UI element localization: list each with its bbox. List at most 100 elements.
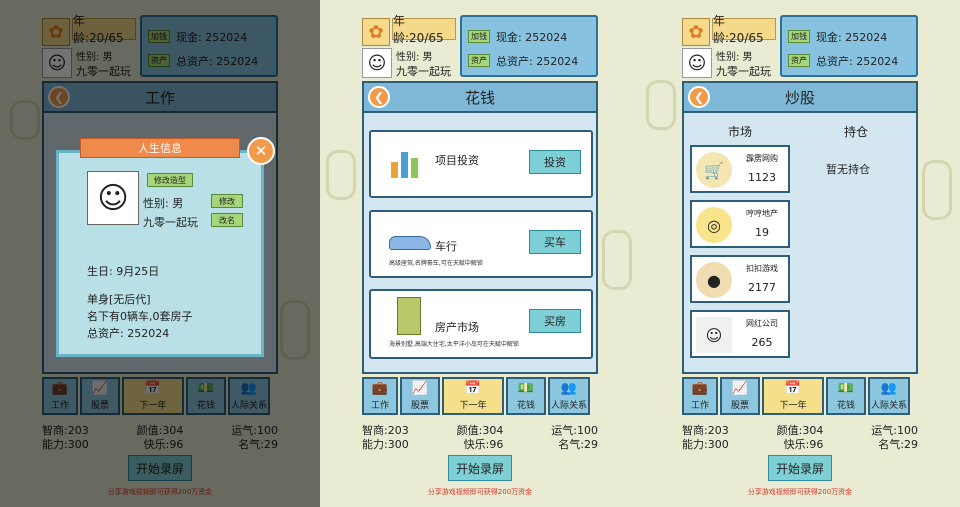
shopping-logo-icon: 🛒 xyxy=(696,152,732,188)
player-header: ✿ 年龄:20/65 ☺ 性别: 男 九零一起玩 加钱 现金: 252024 资… xyxy=(682,14,918,79)
nav-next-year[interactable]: 📅 下一年 xyxy=(762,377,824,415)
bottom-nav: 💼 工作 📈 股票 📅 下一年 💵 花钱 👥 人际关系 xyxy=(362,377,598,415)
briefcase-icon: 💼 xyxy=(371,381,389,396)
panel-stocks: ✿ 年龄:20/65 ☺ 性别: 男 九零一起玩 加钱 现金: 252024 资… xyxy=(640,0,960,507)
buy-car-button[interactable]: 买车 xyxy=(529,230,581,254)
stat-looks: 颜值:304 xyxy=(456,424,504,437)
calendar-icon: 📅 xyxy=(464,381,482,396)
stat-happy: 快乐:96 xyxy=(783,438,824,451)
nav-spend[interactable]: 💵 花钱 xyxy=(506,377,546,415)
flower-icon[interactable]: ✿ xyxy=(362,18,390,46)
car-card: 车行 买车 高级座驾,名牌豪车,可在天赋中解锁 xyxy=(369,210,593,278)
modal-property: 名下有0辆车,0套房子 xyxy=(87,310,193,323)
avatar-large: ☺ xyxy=(87,171,139,225)
stat-iq: 智商:203 xyxy=(362,424,409,437)
page-title: 炒股 xyxy=(784,88,815,107)
cash-value: 现金: 252024 xyxy=(496,31,568,44)
stat-ability: 能力:300 xyxy=(362,438,409,451)
nav-stocks[interactable]: 📈 股票 xyxy=(720,377,760,415)
assets-button[interactable]: 资产 xyxy=(468,54,490,67)
stock-name: 霹雳网购 xyxy=(746,154,778,163)
empty-holdings-text: 暂无持仓 xyxy=(826,163,870,176)
app: ✿ 年龄:20/65 ☺ 性别: 男 九零一起玩 加钱 现金: 252024 资… xyxy=(0,0,960,507)
stock-item[interactable]: ◎ 哼哼地产 19 xyxy=(690,200,790,248)
nav-stocks[interactable]: 📈 股票 xyxy=(400,377,440,415)
age-label: 年龄:20/65 xyxy=(712,14,776,45)
stock-price: 19 xyxy=(755,226,769,239)
close-button[interactable]: ✕ xyxy=(247,137,275,165)
avatar[interactable]: ☺ xyxy=(362,48,392,78)
money-icon: 💵 xyxy=(517,381,535,396)
stock-item[interactable]: ● 扣扣游戏 2177 xyxy=(690,255,790,303)
avatar[interactable]: ☺ xyxy=(682,48,712,78)
modal-gender: 性别: 男 xyxy=(143,197,184,210)
stock-price: 265 xyxy=(751,336,773,349)
flower-icon[interactable]: ✿ xyxy=(682,18,710,46)
page-title: 花钱 xyxy=(464,88,495,107)
chart-icon: 📈 xyxy=(731,381,749,396)
back-button[interactable]: ❮ xyxy=(688,86,710,108)
gender-label: 性别: 男 xyxy=(396,52,433,63)
stat-fame: 名气:29 xyxy=(878,438,918,451)
add-cash-button[interactable]: 加钱 xyxy=(468,30,490,43)
house-card: 房产市场 买房 海景别墅,高端大住宅,太平洋小岛可在天赋中解锁 xyxy=(369,289,593,359)
market-header: 市场 xyxy=(728,125,753,139)
building-icon xyxy=(397,297,421,335)
assets-value: 总资产: 252024 xyxy=(816,55,899,68)
stock-name: 哼哼地产 xyxy=(746,209,778,218)
change-look-button[interactable]: 修改造型 xyxy=(147,173,193,187)
stock-item[interactable]: ☺ 网红公司 265 xyxy=(690,310,790,358)
nav-label: 下一年 xyxy=(779,401,807,411)
player-header: ✿ 年龄:20/65 ☺ 性别: 男 九零一起玩 加钱 现金: 252024 资… xyxy=(362,14,598,79)
nav-next-year[interactable]: 📅 下一年 xyxy=(442,377,504,415)
nav-work[interactable]: 💼 工作 xyxy=(682,377,718,415)
player-name: 九零一起玩 xyxy=(716,65,771,78)
people-icon: 👥 xyxy=(560,381,578,396)
add-cash-button[interactable]: 加钱 xyxy=(788,30,810,43)
nav-label: 工作 xyxy=(370,401,389,411)
share-text: 分享游戏视频即可获得200万资金 xyxy=(747,488,853,496)
window-title-bar: ❮ 炒股 xyxy=(684,83,916,113)
back-button[interactable]: ❮ xyxy=(368,86,390,108)
stock-price: 2177 xyxy=(748,281,776,294)
record-button[interactable]: 开始录屏 xyxy=(448,455,512,481)
life-info-modal: ☺ 修改造型 性别: 男 修改 九零一起玩 改名 生日: 9月25日 单身[无后… xyxy=(56,150,264,357)
stat-luck: 运气:100 xyxy=(551,424,598,437)
bg-decoration xyxy=(602,230,632,290)
nav-work[interactable]: 💼 工作 xyxy=(362,377,398,415)
stat-looks: 颜值:304 xyxy=(776,424,824,437)
nav-label: 花钱 xyxy=(836,401,855,411)
stock-price: 1123 xyxy=(748,171,776,184)
edit-gender-button[interactable]: 修改 xyxy=(211,194,243,208)
stock-item[interactable]: 🛒 霹雳网购 1123 xyxy=(690,145,790,193)
nav-relations[interactable]: 👥 人际关系 xyxy=(548,377,590,415)
realestate-logo-icon: ◎ xyxy=(696,207,732,243)
buy-house-button[interactable]: 买房 xyxy=(529,309,581,333)
gender-label: 性别: 男 xyxy=(716,52,753,63)
card-label: 项目投资 xyxy=(435,154,479,167)
stock-name: 网红公司 xyxy=(746,319,778,328)
stock-name: 扣扣游戏 xyxy=(746,264,778,273)
nav-label: 工作 xyxy=(690,401,709,411)
spend-window: ❮ 花钱 项目投资 投资 车行 买车 高级座驾,名牌豪车,可在天赋中解锁 房产市… xyxy=(362,81,598,374)
age-label: 年龄:20/65 xyxy=(392,14,456,45)
assets-button[interactable]: 资产 xyxy=(788,54,810,67)
card-description: 高级座驾,名牌豪车,可在天赋中解锁 xyxy=(389,260,483,267)
people-icon: 👥 xyxy=(880,381,898,396)
nav-relations[interactable]: 👥 人际关系 xyxy=(868,377,910,415)
panel-spend: ✿ 年龄:20/65 ☺ 性别: 男 九零一起玩 加钱 现金: 252024 资… xyxy=(320,0,640,507)
stock-window: ❮ 炒股 市场 持仓 暂无持仓 🛒 霹雳网购 1123 ◎ 哼哼地产 19 ● … xyxy=(682,81,918,374)
panel-work: ✿ 年龄:20/65 ☺ 性别: 男 九零一起玩 加钱 现金: 252024 资… xyxy=(0,0,320,507)
modal-name: 九零一起玩 xyxy=(143,216,198,229)
calendar-icon: 📅 xyxy=(784,381,802,396)
rename-button[interactable]: 改名 xyxy=(211,213,243,227)
briefcase-icon: 💼 xyxy=(691,381,709,396)
record-button[interactable]: 开始录屏 xyxy=(768,455,832,481)
money-panel: 加钱 现金: 252024 资产 总资产: 252024 xyxy=(460,15,598,77)
invest-button[interactable]: 投资 xyxy=(529,150,581,174)
nav-spend[interactable]: 💵 花钱 xyxy=(826,377,866,415)
window-title-bar: ❮ 花钱 xyxy=(364,83,596,113)
bar-chart-icon xyxy=(391,144,425,178)
card-label: 房产市场 xyxy=(435,321,479,334)
chevron-left-icon: ❮ xyxy=(373,90,385,104)
